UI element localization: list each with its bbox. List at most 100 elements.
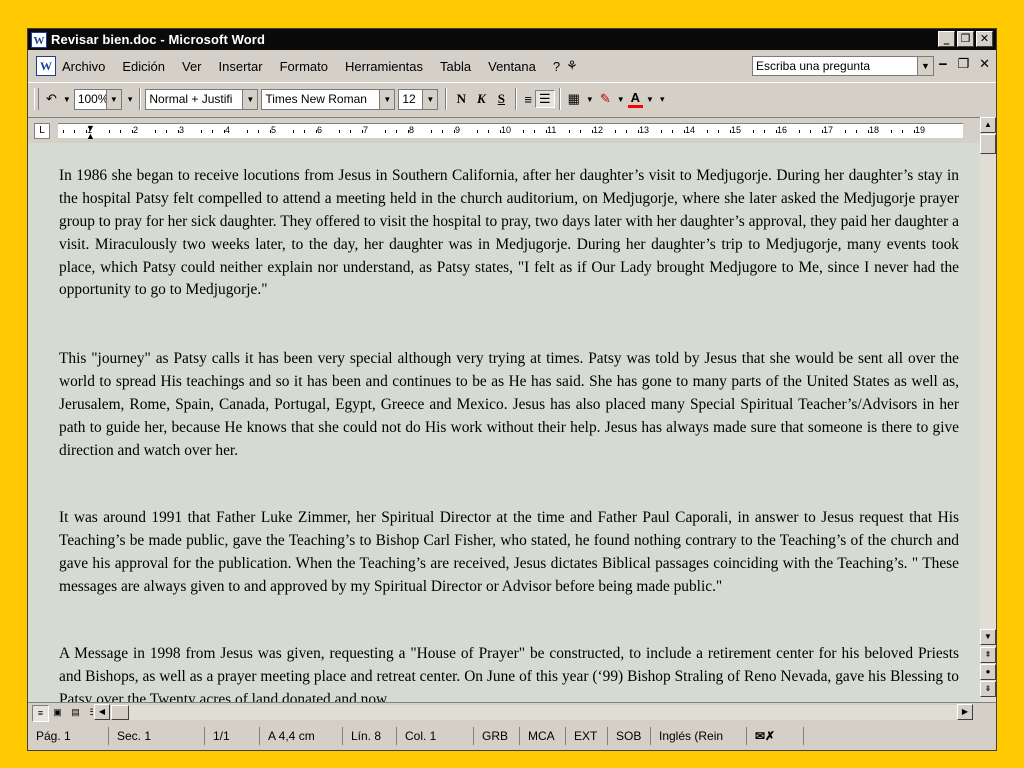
font-color-dropdown-icon[interactable]: ▼	[643, 95, 657, 104]
bold-button[interactable]: N	[451, 91, 471, 107]
ruler-tick	[764, 130, 765, 133]
scroll-thumb[interactable]	[980, 134, 996, 154]
ruler-tick	[361, 130, 363, 133]
status-section: Sec. 1	[109, 726, 205, 745]
next-page-icon[interactable]: ⇟	[980, 681, 996, 697]
paragraph-2[interactable]: This "journey" as Patsy calls it has bee…	[59, 348, 959, 462]
undo-dropdown-icon[interactable]: ▼	[60, 95, 74, 104]
font-color-icon[interactable]: A	[627, 90, 644, 108]
paragraph-1[interactable]: In 1986 she began to receive locutions f…	[59, 165, 959, 302]
vertical-scrollbar[interactable]: ▲ ▼ ⇞ ● ⇟	[980, 117, 996, 702]
ruler-tick	[867, 130, 869, 133]
toolbar-grip[interactable]	[34, 88, 39, 110]
ruler-tick	[729, 130, 731, 133]
horizontal-scrollbar[interactable]: ≡ ▣ ▤ ☷ ◀ ▶	[28, 702, 996, 722]
status-line: Lín. 8	[343, 726, 397, 745]
ruler-tick	[476, 130, 478, 133]
ruler-tick	[821, 130, 823, 133]
menu-help[interactable]: ?	[553, 59, 560, 74]
web-view-icon[interactable]: ▣	[50, 705, 65, 720]
status-extend[interactable]: EXT	[566, 726, 608, 745]
tab-selector-icon[interactable]: L	[34, 123, 50, 139]
ruler-number: 11	[547, 125, 557, 135]
style-select[interactable]: Normal + Justifi ▼	[145, 88, 259, 110]
ruler-number: 19	[915, 125, 926, 135]
horizontal-scroll-track[interactable]	[111, 705, 973, 720]
doc-restore-icon[interactable]: ❐	[957, 57, 969, 72]
minimize-button[interactable]: _	[938, 31, 955, 47]
menu-ver[interactable]: Ver	[182, 59, 202, 74]
borders-icon[interactable]: ▦	[565, 91, 583, 107]
chevron-down-icon[interactable]: ▼	[242, 89, 258, 109]
ask-question-box[interactable]: Escriba una pregunta ▼	[752, 56, 934, 76]
ruler-tick	[304, 130, 305, 133]
ruler-number: 4	[225, 125, 231, 135]
restore-button[interactable]: ❐	[957, 31, 974, 47]
scroll-down-icon[interactable]: ▼	[980, 629, 996, 645]
normal-view-icon[interactable]: ≡	[32, 705, 49, 722]
ruler-tick	[62, 130, 64, 133]
chevron-down-icon[interactable]: ▼	[422, 89, 438, 109]
menu-tabla[interactable]: Tabla	[440, 59, 471, 74]
highlight-dropdown-icon[interactable]: ▼	[614, 95, 628, 104]
chevron-down-icon[interactable]: ▼	[917, 57, 933, 75]
close-button[interactable]: ✕	[976, 31, 993, 47]
menu-insertar[interactable]: Insertar	[219, 59, 263, 74]
title-bar[interactable]: W Revisar bien.doc - Microsoft Word _ ❐ …	[28, 29, 996, 50]
ruler-tick	[614, 130, 616, 133]
document-page[interactable]: In 1986 she began to receive locutions f…	[28, 143, 980, 702]
ruler-number: 1	[87, 125, 93, 135]
justify-icon[interactable]: ☰	[534, 90, 555, 108]
underline-button[interactable]: S	[491, 91, 511, 107]
document-control-icon[interactable]: W	[36, 56, 56, 76]
ruler-strip: ▼▲ ▲ 12345678910111213141516171819	[58, 123, 996, 145]
status-track-changes[interactable]: MCA	[520, 726, 566, 745]
zoom-select[interactable]: 100% ▼	[73, 88, 122, 110]
word-app-icon[interactable]: W	[31, 31, 47, 48]
align-center-icon[interactable]: ≡	[521, 92, 535, 107]
font-size-select[interactable]: 12 ▼	[398, 88, 439, 110]
menu-archivo[interactable]: Archivo	[62, 59, 105, 74]
scroll-up-icon[interactable]: ▲	[980, 117, 996, 133]
horizontal-ruler[interactable]: L ▼▲ ▲ 12345678910111213141516171819	[28, 117, 996, 145]
chevron-down-icon[interactable]: ▼	[379, 89, 395, 109]
scroll-left-icon[interactable]: ◀	[94, 704, 110, 720]
font-select[interactable]: Times New Roman ▼	[261, 88, 396, 110]
ruler-number: 17	[823, 125, 834, 135]
menu-edicion[interactable]: Edición	[122, 59, 165, 74]
menu-formato[interactable]: Formato	[280, 59, 328, 74]
ruler-tick	[499, 130, 501, 133]
ruler-number: 12	[593, 125, 604, 135]
doc-close-icon[interactable]: ✕	[979, 57, 990, 72]
paragraph-3[interactable]: It was around 1991 that Father Luke Zimm…	[59, 507, 959, 598]
ruler-tick	[200, 130, 202, 133]
browse-object-icon[interactable]: ●	[980, 664, 996, 680]
status-overtype[interactable]: SOB	[608, 726, 651, 745]
ruler-tick	[844, 130, 846, 133]
scroll-right-icon[interactable]: ▶	[957, 704, 973, 720]
ruler-tick	[856, 130, 857, 133]
spelling-status-icon[interactable]: ✉✗	[747, 726, 804, 745]
menu-herramientas[interactable]: Herramientas	[345, 59, 423, 74]
highlight-icon[interactable]: ✎	[597, 91, 614, 107]
doc-minimize-icon[interactable]: ‒	[938, 57, 947, 72]
chevron-down-icon[interactable]: ▼	[105, 89, 121, 109]
toolbar-options-icon[interactable]: ▾	[125, 94, 136, 105]
previous-page-icon[interactable]: ⇞	[980, 647, 996, 663]
status-language[interactable]: Inglés (Rein	[651, 726, 747, 745]
undo-icon[interactable]: ↶	[43, 91, 60, 107]
ruler-tick	[292, 130, 294, 133]
office-assistant-icon[interactable]: ⚘	[566, 58, 578, 74]
italic-button[interactable]: K	[471, 91, 491, 107]
ruler-tick	[522, 130, 524, 133]
toolbar-options-icon[interactable]: ▾	[657, 94, 668, 105]
paragraph-4[interactable]: A Message in 1998 from Jesus was given, …	[59, 643, 959, 702]
menu-ventana[interactable]: Ventana	[488, 59, 536, 74]
status-record[interactable]: GRB	[474, 726, 520, 745]
ruler-tick	[810, 130, 811, 133]
print-view-icon[interactable]: ▤	[68, 705, 83, 720]
ruler-tick	[913, 130, 915, 133]
horizontal-scroll-thumb[interactable]	[111, 705, 129, 720]
ruler-tick	[74, 130, 75, 133]
borders-dropdown-icon[interactable]: ▼	[583, 95, 597, 104]
